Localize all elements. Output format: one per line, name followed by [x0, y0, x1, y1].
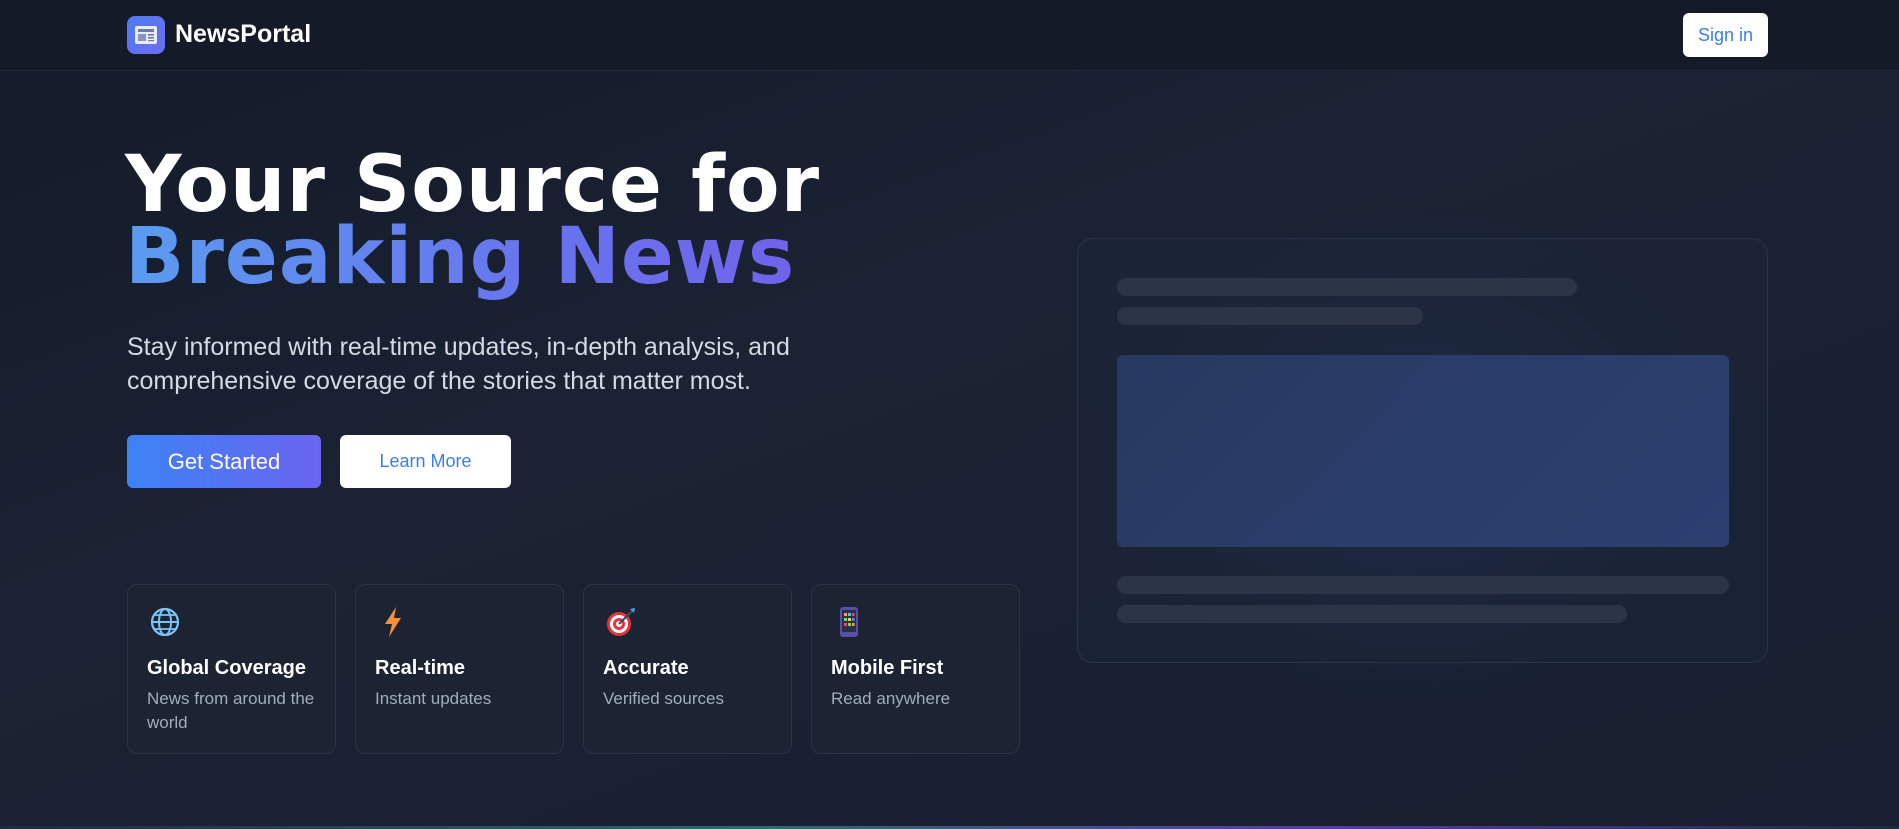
feature-title: Global Coverage	[147, 657, 306, 679]
feature-description: Instant updates	[375, 689, 492, 708]
brand-name[interactable]: NewsPortal	[175, 20, 311, 49]
article-preview-card	[1077, 238, 1768, 663]
learn-more-button[interactable]: Learn More	[340, 435, 511, 488]
hero-title-line2: Breaking News	[125, 212, 796, 302]
feature-card-mobile-first: Mobile First Read anywhere	[811, 584, 1020, 754]
get-started-button[interactable]: Get Started	[127, 435, 321, 488]
feature-description: News from around the world	[147, 689, 315, 732]
feature-title: Mobile First	[831, 657, 944, 679]
feature-title: Real-time	[375, 657, 466, 679]
lightning-icon	[376, 605, 410, 639]
feature-description: Read anywhere	[831, 689, 951, 708]
mobile-icon	[832, 605, 866, 639]
sign-in-button[interactable]: Sign in	[1683, 13, 1768, 57]
target-icon	[604, 605, 638, 639]
skeleton-line	[1117, 605, 1627, 623]
feature-card-global-coverage: Global Coverage News from around the wor…	[127, 584, 336, 754]
hero-subtitle: Stay informed with real-time updates, in…	[127, 333, 790, 395]
globe-icon	[148, 605, 182, 639]
feature-title: Accurate	[603, 657, 689, 679]
newspaper-icon[interactable]	[127, 16, 165, 54]
skeleton-line	[1117, 278, 1577, 296]
skeleton-line	[1117, 576, 1729, 594]
top-navbar: NewsPortal Sign in	[0, 0, 1899, 71]
feature-card-real-time: Real-time Instant updates	[355, 584, 564, 754]
feature-card-accurate: Accurate Verified sources	[583, 584, 792, 754]
feature-description: Verified sources	[603, 689, 724, 708]
skeleton-line	[1117, 307, 1423, 325]
skeleton-image	[1117, 355, 1729, 547]
